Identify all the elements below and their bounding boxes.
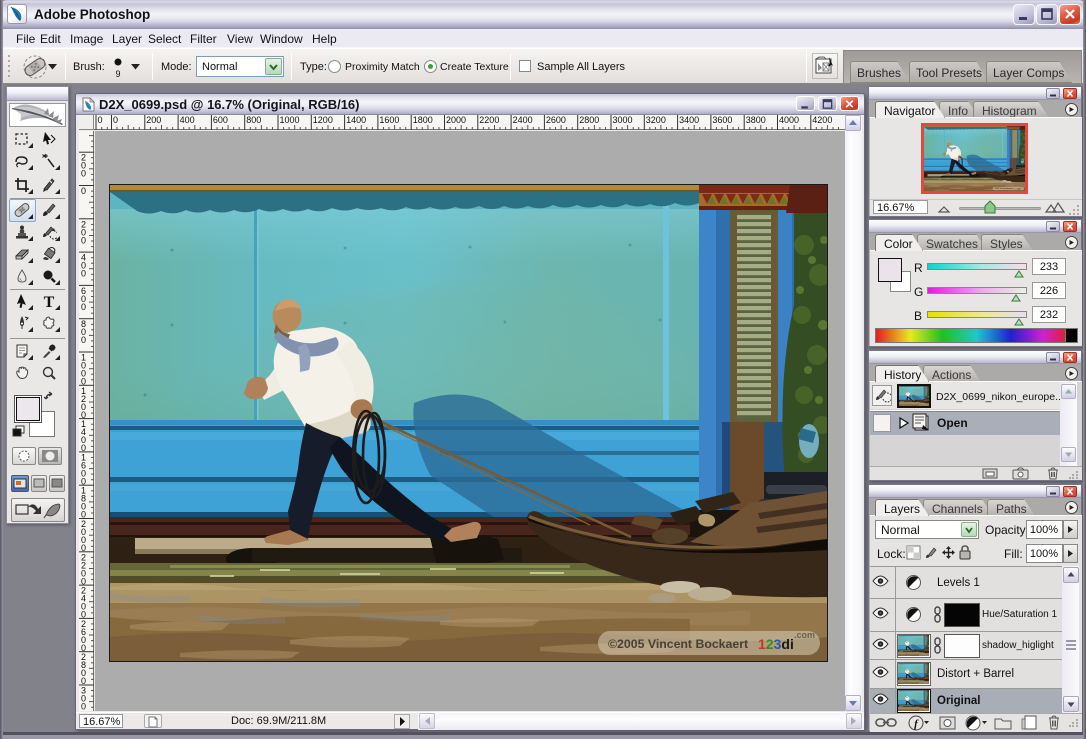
svg-text:3600: 3600 bbox=[712, 115, 732, 125]
svg-text:0: 0 bbox=[81, 302, 86, 312]
svg-text:1400: 1400 bbox=[346, 115, 366, 125]
svg-text:0: 0 bbox=[81, 269, 86, 279]
svg-text:200: 200 bbox=[146, 115, 161, 125]
svg-text:2400: 2400 bbox=[513, 115, 533, 125]
svg-text:4200: 4200 bbox=[812, 115, 832, 125]
svg-text:2800: 2800 bbox=[579, 115, 599, 125]
svg-text:2000: 2000 bbox=[446, 115, 466, 125]
svg-text:4000: 4000 bbox=[779, 115, 799, 125]
svg-text:2200: 2200 bbox=[479, 115, 499, 125]
svg-text:0: 0 bbox=[81, 335, 86, 345]
svg-text:1600: 1600 bbox=[379, 115, 399, 125]
svg-text:T: T bbox=[44, 294, 55, 309]
svg-text:600: 600 bbox=[213, 115, 228, 125]
svg-text:2600: 2600 bbox=[546, 115, 566, 125]
svg-text:800: 800 bbox=[246, 115, 261, 125]
svg-text:0: 0 bbox=[81, 710, 86, 712]
svg-text:400: 400 bbox=[180, 115, 195, 125]
svg-text:0: 0 bbox=[113, 115, 118, 125]
svg-text:9: 9 bbox=[115, 69, 120, 79]
svg-text:1800: 1800 bbox=[413, 115, 433, 125]
svg-text:3400: 3400 bbox=[679, 115, 699, 125]
svg-text:1000: 1000 bbox=[280, 115, 300, 125]
svg-text:0: 0 bbox=[81, 169, 86, 179]
svg-text:1200: 1200 bbox=[313, 115, 333, 125]
svg-text:0: 0 bbox=[81, 186, 86, 196]
svg-text:3800: 3800 bbox=[746, 115, 766, 125]
svg-text:3000: 3000 bbox=[613, 115, 633, 125]
svg-text:3200: 3200 bbox=[646, 115, 666, 125]
svg-text:0: 0 bbox=[98, 115, 103, 125]
svg-text:0: 0 bbox=[81, 235, 86, 245]
